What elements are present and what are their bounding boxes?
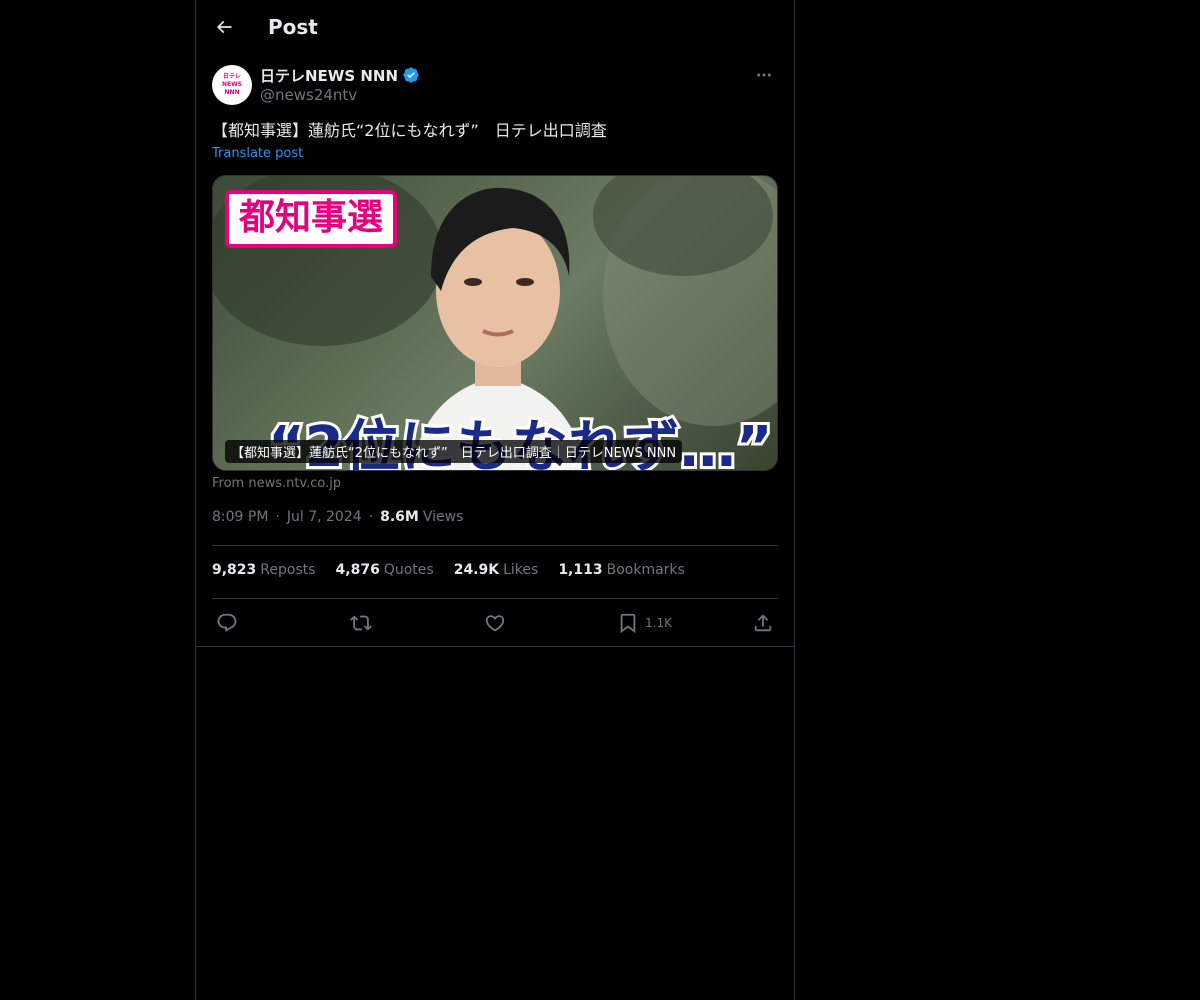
thumbnail-title-tag: 都知事選 <box>225 190 398 248</box>
avatar-logo-line-3: NNN <box>224 89 240 96</box>
avatar-logo-line-2: NEWS <box>221 81 243 88</box>
avatar[interactable]: 日テレ NEWS NNN <box>212 65 252 105</box>
reposts-count: 9,823 <box>212 562 257 578</box>
reply-button[interactable] <box>216 608 238 638</box>
likes-count: 24.9K <box>453 562 500 578</box>
reposts-label: Reposts <box>260 562 316 578</box>
post-actions: 1.1K <box>212 608 778 638</box>
bookmark-icon <box>620 613 636 634</box>
divider <box>212 598 778 599</box>
user-handle[interactable]: @news24ntv <box>260 86 357 104</box>
bookmarks-label: Bookmarks <box>606 562 685 578</box>
quotes-count: 4,876 <box>335 562 380 578</box>
post-time[interactable]: 8:09 PM <box>212 509 268 525</box>
like-button[interactable] <box>484 608 506 638</box>
back-button[interactable] <box>207 10 241 44</box>
post-column: Post 日テレ NEWS NNN 日テレNEWS NNN @news24ntv <box>195 0 795 1000</box>
views-count: 8.6M <box>380 509 419 525</box>
bookmark-button[interactable]: 1.1K <box>617 608 672 638</box>
post-author: 日テレ NEWS NNN 日テレNEWS NNN @news24ntv <box>212 64 778 108</box>
post-header: Post <box>196 0 794 54</box>
views-label: Views <box>422 509 464 525</box>
arrow-left-icon <box>216 20 232 34</box>
avatar-logo-line-1: 日テレ <box>222 73 241 80</box>
heart-icon <box>485 615 505 632</box>
post-date[interactable]: Jul 7, 2024 <box>287 509 362 525</box>
separator-dot: · <box>275 509 280 525</box>
post-meta: 8:09 PM · Jul 7, 2024 · 8.6M Views <box>212 509 463 525</box>
divider <box>212 545 778 546</box>
bookmarks-stat[interactable]: 1,113 Bookmarks <box>558 562 685 578</box>
display-name[interactable]: 日テレNEWS NNN <box>260 65 398 86</box>
link-card-title: 【都知事選】蓮舫氏“2位にもなれず” 日テレ出口調査｜日テレNEWS NNN <box>225 440 683 463</box>
translate-post-link[interactable]: Translate post <box>212 146 303 161</box>
likes-stat[interactable]: 24.9K Likes <box>454 562 539 578</box>
link-card-image[interactable]: “2位にもなれず…” 都知事選 【都知事選】蓮舫氏“2位にもなれず” 日テレ出口… <box>212 175 778 471</box>
post-text: 【都知事選】蓮舫氏“2位にもなれず” 日テレ出口調査 <box>212 121 607 140</box>
more-options-button[interactable] <box>750 64 778 86</box>
quotes-stat[interactable]: 4,876 Quotes <box>336 562 434 578</box>
post-stats: 9,823 Reposts 4,876 Quotes 24.9K Likes 1,11… <box>212 562 705 578</box>
separator-dot: · <box>368 509 374 525</box>
quotes-label: Quotes <box>383 562 434 578</box>
bookmark-count: 1.1K <box>645 616 672 630</box>
bookmarks-count: 1,113 <box>558 562 603 578</box>
repost-button[interactable] <box>350 608 372 638</box>
share-button[interactable] <box>752 608 774 638</box>
post-bottom-border <box>196 646 794 647</box>
repost-icon <box>350 615 372 631</box>
link-source[interactable]: From news.ntv.co.jp <box>212 476 341 491</box>
likes-label: Likes <box>503 562 539 578</box>
page-title: Post <box>268 15 318 39</box>
display-name-row: 日テレNEWS NNN <box>260 65 420 85</box>
verified-badge-icon[interactable] <box>402 66 420 84</box>
share-icon <box>754 614 772 632</box>
reposts-stat[interactable]: 9,823 Reposts <box>212 562 316 578</box>
reply-icon <box>217 613 237 632</box>
ntv-news-logo: 日テレ NEWS NNN <box>221 72 243 98</box>
more-horizontal-icon <box>757 73 771 77</box>
